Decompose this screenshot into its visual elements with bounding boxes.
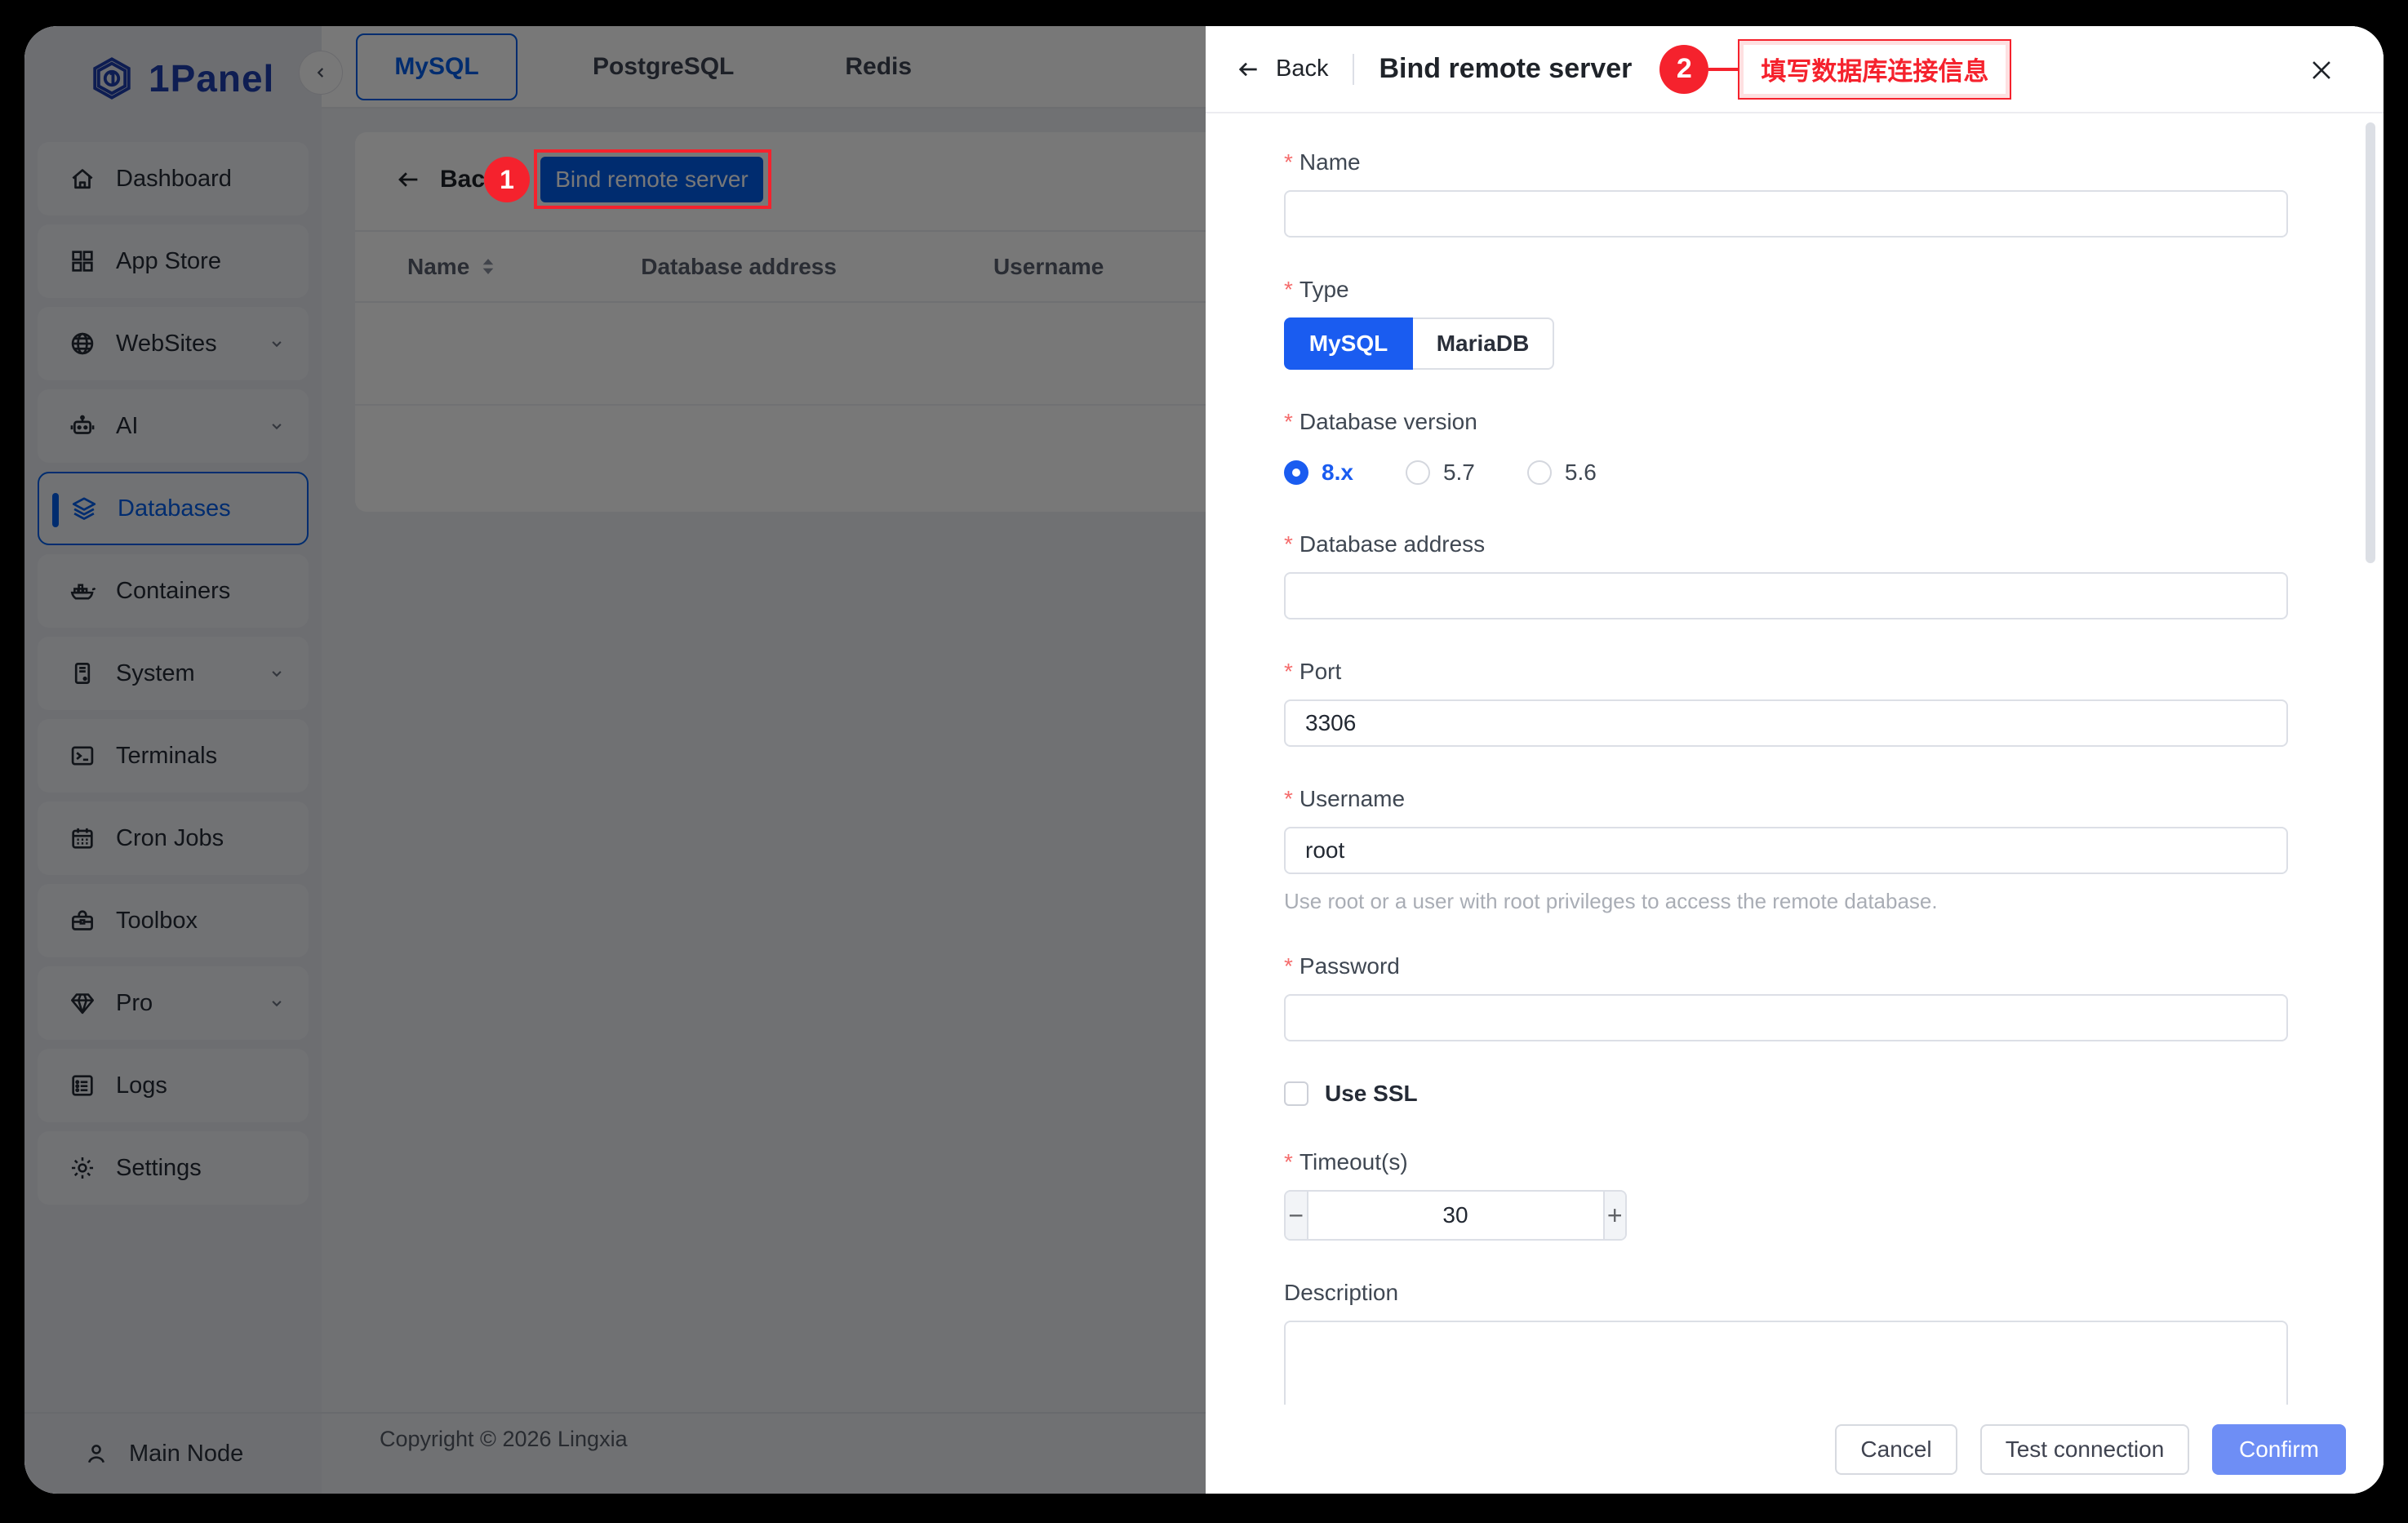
drawer-back-button[interactable]: Back <box>1276 56 1328 82</box>
radio-selected-icon <box>1284 460 1308 485</box>
bind-remote-server-drawer: Back Bind remote server 2 填写数据库连接信息 * Na… <box>1206 26 2384 1494</box>
radio-icon <box>1527 460 1552 485</box>
stepper-plus-button[interactable]: + <box>1603 1192 1626 1239</box>
drawer-form: * Name * Type MySQL MariaDB * Database v… <box>1206 115 2384 1405</box>
required-asterisk: * <box>1284 1149 1293 1175</box>
type-label: Type <box>1300 277 1349 303</box>
type-option-mysql[interactable]: MySQL <box>1284 317 1413 370</box>
use-ssl-label: Use SSL <box>1325 1081 1418 1107</box>
password-label: Password <box>1300 953 1400 979</box>
username-label: Username <box>1300 786 1405 812</box>
screenshot-frame: 1Panel Dashboard App Stor <box>0 0 2408 1523</box>
drawer-mask[interactable] <box>24 26 1206 1494</box>
version-option-57[interactable]: 5.7 <box>1406 460 1475 486</box>
stepper-minus-button[interactable]: − <box>1286 1192 1308 1239</box>
drawer-title: Bind remote server <box>1379 53 1632 85</box>
header-divider <box>1353 54 1354 85</box>
database-address-input[interactable] <box>1284 572 2288 619</box>
annotation-step-2: 2 <box>1659 45 1708 94</box>
annotation-note: 填写数据库连接信息 <box>1738 39 2011 100</box>
test-connection-button[interactable]: Test connection <box>1980 1424 2189 1475</box>
timeout-label: Timeout(s) <box>1300 1149 1408 1175</box>
annotation-connector <box>1708 68 1738 71</box>
username-input[interactable] <box>1284 827 2288 874</box>
required-asterisk: * <box>1284 659 1293 685</box>
confirm-button[interactable]: Confirm <box>2212 1424 2346 1475</box>
required-asterisk: * <box>1284 786 1293 812</box>
required-asterisk: * <box>1284 149 1293 175</box>
name-label: Name <box>1300 149 1361 175</box>
close-icon[interactable] <box>2305 54 2338 87</box>
name-input[interactable] <box>1284 190 2288 238</box>
port-label: Port <box>1300 659 1341 685</box>
type-option-mariadb[interactable]: MariaDB <box>1413 317 1554 370</box>
drawer-footer: Cancel Test connection Confirm <box>1206 1405 2384 1494</box>
use-ssl-checkbox[interactable] <box>1284 1081 1308 1106</box>
radio-icon <box>1406 460 1430 485</box>
port-input[interactable] <box>1284 699 2288 747</box>
type-segmented-control: MySQL MariaDB <box>1284 317 2289 370</box>
drawer-scrollbar-thumb[interactable] <box>2366 122 2375 563</box>
required-asterisk: * <box>1284 531 1293 557</box>
database-address-label: Database address <box>1300 531 1485 557</box>
drawer-header: Back Bind remote server 2 填写数据库连接信息 <box>1206 26 2384 113</box>
version-radio-group: 8.x 5.7 5.6 <box>1284 460 2289 486</box>
cancel-button[interactable]: Cancel <box>1835 1424 1957 1475</box>
annotation-step-1: 1 <box>484 157 530 202</box>
version-option-56[interactable]: 5.6 <box>1527 460 1597 486</box>
username-hint: Use root or a user with root privileges … <box>1284 889 2289 914</box>
database-version-label: Database version <box>1300 409 1477 435</box>
required-asterisk: * <box>1284 409 1293 435</box>
back-arrow-icon[interactable] <box>1235 56 1261 82</box>
timeout-input[interactable] <box>1308 1192 1603 1239</box>
annotation-highlight-rect <box>534 149 771 209</box>
required-asterisk: * <box>1284 953 1293 979</box>
password-input[interactable] <box>1284 994 2288 1041</box>
app-window: 1Panel Dashboard App Stor <box>24 26 2384 1494</box>
description-textarea[interactable] <box>1284 1321 2288 1405</box>
version-option-8x[interactable]: 8.x <box>1284 460 1353 486</box>
description-label: Description <box>1284 1280 1398 1306</box>
required-asterisk: * <box>1284 277 1293 303</box>
timeout-stepper: − + <box>1284 1190 1627 1241</box>
